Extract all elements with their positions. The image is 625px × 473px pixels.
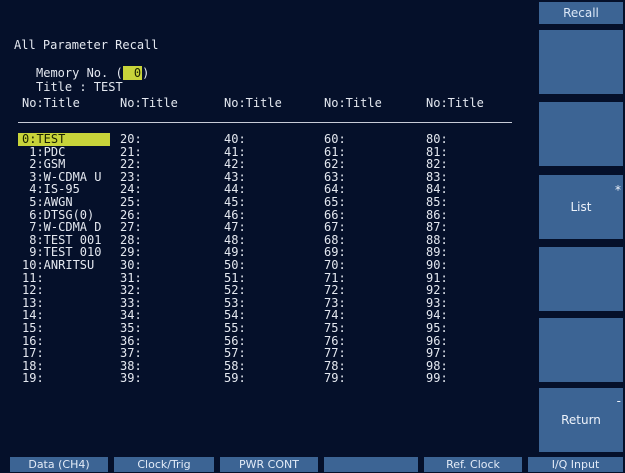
memory-slot[interactable]: 60: <box>324 133 346 146</box>
bottom-function-bar: Data (CH4) Clock/Trig PWR CONT Ref. Cloc… <box>0 457 625 472</box>
column-header: No:Title <box>324 96 382 110</box>
memory-slot[interactable]: 57: <box>224 347 246 360</box>
submenu-marker-icon: * <box>615 183 621 197</box>
memory-slot[interactable]: 70: <box>324 259 346 272</box>
memory-slot[interactable]: 45: <box>224 196 246 209</box>
tab-empty[interactable] <box>324 457 418 472</box>
memory-slot[interactable]: 77: <box>324 347 346 360</box>
memory-slot[interactable]: 15: <box>22 322 110 335</box>
memory-slot[interactable]: 59: <box>224 372 246 385</box>
memory-slot[interactable]: 82: <box>426 158 448 171</box>
softkey-4[interactable] <box>539 247 623 311</box>
memory-number-line: Memory No. ( 0) <box>36 66 149 80</box>
memory-number-label: Memory No. ( <box>36 66 123 80</box>
memory-slot[interactable]: 25: <box>120 196 142 209</box>
softkey-1[interactable] <box>539 30 623 94</box>
memory-slot[interactable]: 90: <box>426 259 448 272</box>
memory-slot[interactable]: 35: <box>120 322 142 335</box>
column-header: No:Title <box>426 96 484 110</box>
memory-slot[interactable]: 65: <box>324 196 346 209</box>
memory-slot[interactable]: 32: <box>120 284 142 297</box>
memory-column: 60: 61: 62: 63: 64: 65: 66: 67: 68: 69: … <box>324 133 346 385</box>
memory-slot[interactable]: 30: <box>120 259 142 272</box>
memory-slot[interactable]: 85: <box>426 196 448 209</box>
memory-slot[interactable]: 55: <box>224 322 246 335</box>
memory-slot[interactable]: 19: <box>22 372 110 385</box>
memory-slot[interactable]: 67: <box>324 221 346 234</box>
softkey-menu-title: Recall <box>539 2 623 24</box>
title-line: Title : TEST <box>36 80 123 94</box>
memory-slot[interactable]: 20: <box>120 133 142 146</box>
memory-slot[interactable]: 92: <box>426 284 448 297</box>
softkey-list-label: List <box>570 200 592 214</box>
memory-slot[interactable]: 80: <box>426 133 448 146</box>
memory-slot[interactable]: 42: <box>224 158 246 171</box>
memory-slot[interactable]: 50: <box>224 259 246 272</box>
memory-slot[interactable]: 10:ANRITSU <box>22 259 110 272</box>
tab-data-ch4[interactable]: Data (CH4) <box>10 457 108 472</box>
memory-slot[interactable]: 39: <box>120 372 142 385</box>
memory-column: 40: 41: 42: 43: 44: 45: 46: 47: 48: 49: … <box>224 133 246 385</box>
tab-clock-trig[interactable]: Clock/Trig <box>114 457 214 472</box>
memory-column: 20: 21: 22: 23: 24: 25: 26: 27: 28: 29: … <box>120 133 142 385</box>
memory-slot[interactable]: 5:AWGN <box>22 196 110 209</box>
memory-slot[interactable]: 87: <box>426 221 448 234</box>
memory-slot[interactable]: 75: <box>324 322 346 335</box>
memory-slot[interactable]: 97: <box>426 347 448 360</box>
memory-slot[interactable]: 62: <box>324 158 346 171</box>
memory-number-close: ) <box>142 66 150 80</box>
column-header: No:Title <box>22 96 80 110</box>
memory-slot[interactable]: 99: <box>426 372 448 385</box>
tab-iq-input[interactable]: I/Q Input <box>528 457 623 472</box>
softkey-return-label: Return <box>561 413 601 427</box>
tab-ref-clock[interactable]: Ref. Clock <box>424 457 522 472</box>
return-marker-icon: - <box>616 394 621 408</box>
memory-slot[interactable]: 47: <box>224 221 246 234</box>
memory-slot[interactable]: 27: <box>120 221 142 234</box>
column-header: No:Title <box>120 96 178 110</box>
page-title: All Parameter Recall <box>14 38 159 52</box>
column-header: No:Title <box>224 96 282 110</box>
memory-slot[interactable]: 79: <box>324 372 346 385</box>
tab-pwr-cont[interactable]: PWR CONT <box>220 457 318 472</box>
memory-slot[interactable]: 12: <box>22 284 110 297</box>
memory-number-input[interactable]: 0 <box>122 66 143 80</box>
memory-slot[interactable]: 95: <box>426 322 448 335</box>
softkey-panel: Recall List * Return - <box>537 0 625 454</box>
softkey-list[interactable]: List * <box>539 175 623 239</box>
memory-slot-selected[interactable]: 0:TEST <box>18 133 110 146</box>
softkey-5[interactable] <box>539 318 623 382</box>
softkey-return[interactable]: Return - <box>539 388 623 452</box>
memory-slot[interactable]: 72: <box>324 284 346 297</box>
memory-slot[interactable]: 17: <box>22 347 110 360</box>
recall-screen: All Parameter Recall Memory No. ( 0) Tit… <box>0 0 533 454</box>
memory-slot[interactable]: 40: <box>224 133 246 146</box>
memory-slot[interactable]: 22: <box>120 158 142 171</box>
memory-column: 0:TEST 1:PDC 2:GSM 3:W-CDMA U 4:IS-95 5:… <box>18 133 110 385</box>
memory-column: 80: 81: 82: 83: 84: 85: 86: 87: 88: 89: … <box>426 133 448 385</box>
memory-slot[interactable]: 7:W-CDMA D <box>22 221 110 234</box>
memory-slot[interactable]: 37: <box>120 347 142 360</box>
header-divider <box>18 122 512 123</box>
memory-slot[interactable]: 2:GSM <box>22 158 110 171</box>
softkey-2[interactable] <box>539 102 623 166</box>
memory-slot[interactable]: 52: <box>224 284 246 297</box>
